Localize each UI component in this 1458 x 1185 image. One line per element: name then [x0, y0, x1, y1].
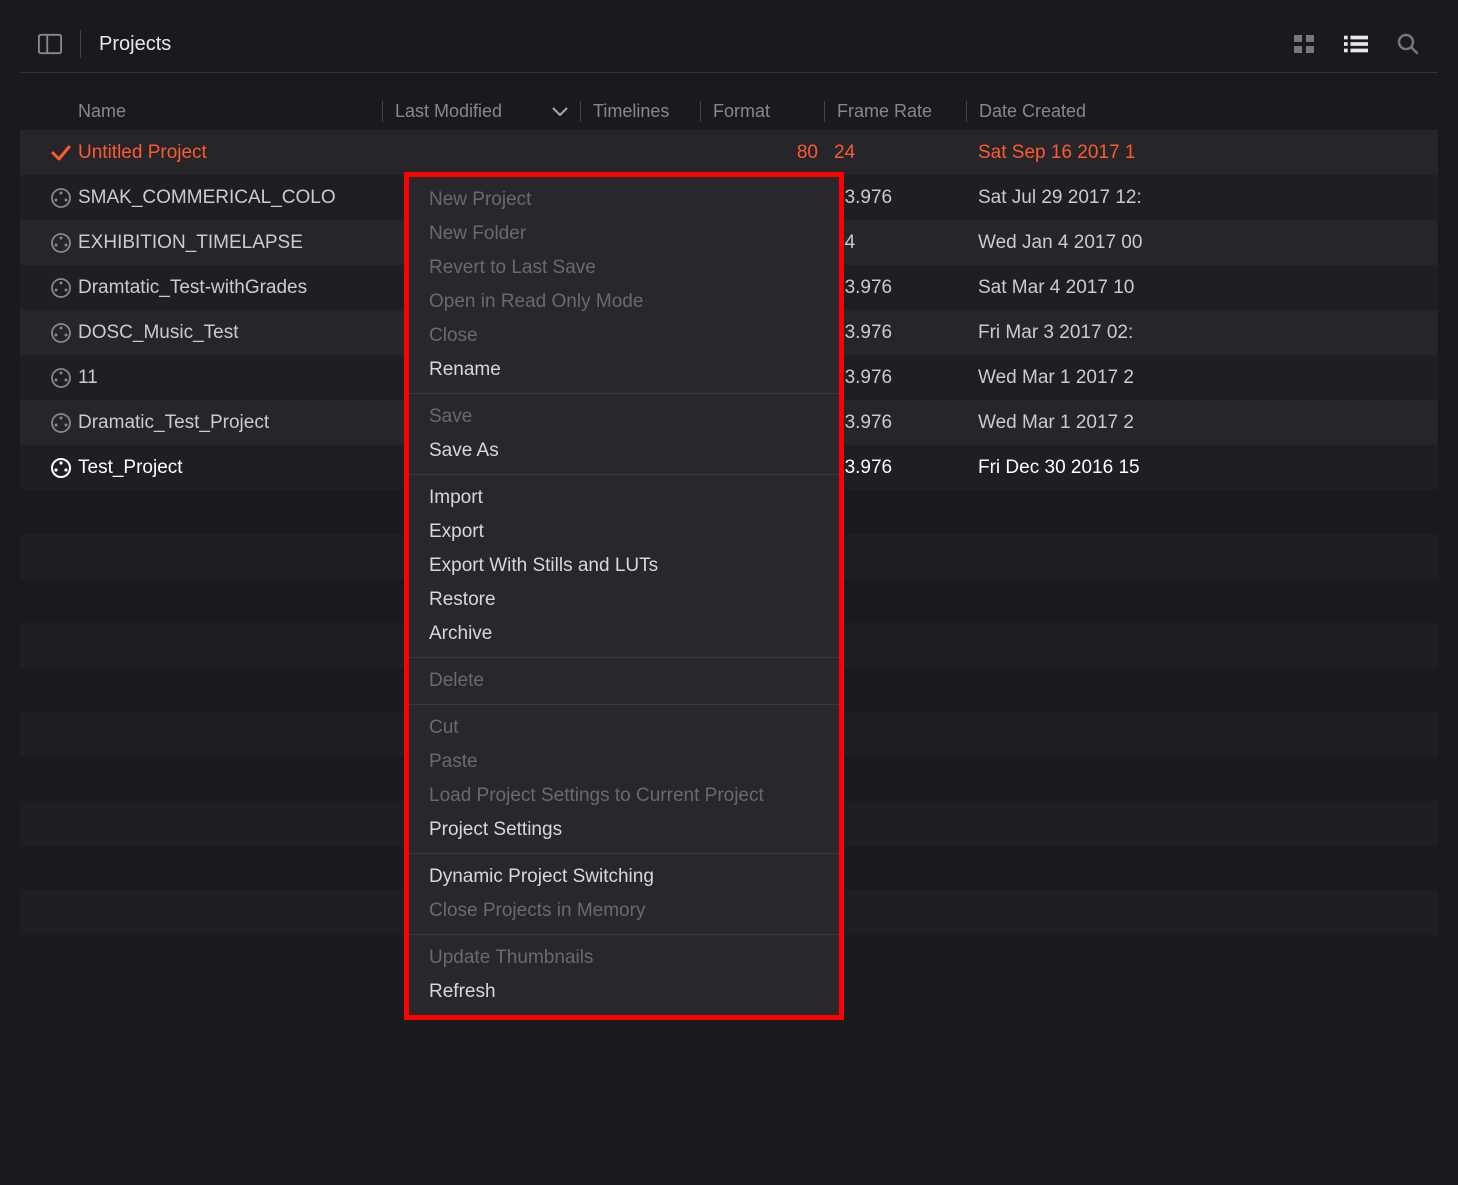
menu-item: Paste [409, 745, 839, 779]
project-name: Dramatic_Test_Project [78, 412, 382, 434]
menu-item: Close Projects in Memory [409, 894, 839, 928]
project-icon [44, 187, 78, 209]
project-name: Untitled Project [78, 142, 382, 164]
project-date-created: Wed Mar 1 2017 2 [966, 412, 1438, 434]
column-last-modified-label: Last Modified [395, 101, 502, 122]
project-name: 11 [78, 367, 382, 389]
header-divider [80, 30, 81, 58]
project-frame-rate: 23.976 [824, 412, 966, 434]
menu-separator [409, 474, 839, 475]
project-name: Dramtatic_Test-withGrades [78, 277, 382, 299]
chevron-down-icon [552, 107, 568, 117]
column-name[interactable]: Name [78, 101, 382, 122]
menu-item[interactable]: Import [409, 481, 839, 515]
project-format: 80 [700, 142, 824, 164]
column-date-created[interactable]: Date Created [966, 101, 1438, 122]
menu-item[interactable]: Dynamic Project Switching [409, 860, 839, 894]
grid-view-icon[interactable] [1292, 32, 1316, 56]
project-date-created: Fri Mar 3 2017 02: [966, 322, 1438, 344]
project-icon [44, 232, 78, 254]
context-menu: New ProjectNew FolderRevert to Last Save… [404, 172, 844, 1020]
project-date-created: Wed Jan 4 2017 00 [966, 232, 1438, 254]
menu-item: New Project [409, 183, 839, 217]
project-row[interactable]: Untitled Project 8024Sat Sep 16 2017 1 [20, 130, 1438, 175]
column-format[interactable]: Format [700, 101, 824, 122]
menu-item: Open in Read Only Mode [409, 285, 839, 319]
project-date-created: Fri Dec 30 2016 15 [966, 457, 1438, 479]
project-icon [44, 277, 78, 299]
menu-separator [409, 393, 839, 394]
menu-item: Save [409, 400, 839, 434]
menu-item: Revert to Last Save [409, 251, 839, 285]
search-icon[interactable] [1396, 32, 1420, 56]
project-frame-rate: 23.976 [824, 277, 966, 299]
menu-item[interactable]: Save As [409, 434, 839, 468]
column-last-modified[interactable]: Last Modified [382, 101, 580, 122]
menu-item: Delete [409, 664, 839, 698]
menu-item: Cut [409, 711, 839, 745]
project-frame-rate: 23.976 [824, 457, 966, 479]
menu-item: Update Thumbnails [409, 941, 839, 975]
menu-item[interactable]: Refresh [409, 975, 839, 1009]
column-frame-rate[interactable]: Frame Rate [824, 101, 966, 122]
project-date-created: Sat Mar 4 2017 10 [966, 277, 1438, 299]
menu-item[interactable]: Project Settings [409, 813, 839, 847]
menu-separator [409, 934, 839, 935]
menu-separator [409, 657, 839, 658]
menu-item[interactable]: Export With Stills and LUTs [409, 549, 839, 583]
project-name: Test_Project [78, 457, 382, 479]
header-icons [1292, 32, 1420, 56]
project-frame-rate: 23.976 [824, 187, 966, 209]
project-frame-rate: 24 [824, 232, 966, 254]
menu-item: Load Project Settings to Current Project [409, 779, 839, 813]
project-date-created: Wed Mar 1 2017 2 [966, 367, 1438, 389]
menu-item[interactable]: Archive [409, 617, 839, 651]
menu-item[interactable]: Restore [409, 583, 839, 617]
project-name: DOSC_Music_Test [78, 322, 382, 344]
column-timelines[interactable]: Timelines [580, 101, 700, 122]
project-icon [44, 322, 78, 344]
project-name: SMAK_COMMERICAL_COLO [78, 187, 382, 209]
menu-item: New Folder [409, 217, 839, 251]
menu-item[interactable]: Export [409, 515, 839, 549]
project-frame-rate: 23.976 [824, 367, 966, 389]
menu-separator [409, 853, 839, 854]
header: Projects [20, 20, 1438, 73]
header-left: Projects [38, 30, 171, 58]
project-icon [44, 457, 78, 479]
project-frame-rate: 23.976 [824, 322, 966, 344]
check-icon [44, 142, 78, 164]
sidebar-toggle-icon[interactable] [38, 32, 62, 56]
menu-item: Close [409, 319, 839, 353]
project-date-created: Sat Jul 29 2017 12: [966, 187, 1438, 209]
project-icon [44, 367, 78, 389]
page-title: Projects [99, 33, 171, 56]
project-icon [44, 412, 78, 434]
menu-item[interactable]: Rename [409, 353, 839, 387]
menu-separator [409, 704, 839, 705]
project-date-created: Sat Sep 16 2017 1 [966, 142, 1438, 164]
columns-header: Name Last Modified Timelines Format Fram… [20, 73, 1438, 130]
project-name: EXHIBITION_TIMELAPSE [78, 232, 382, 254]
list-view-icon[interactable] [1344, 32, 1368, 56]
project-frame-rate: 24 [824, 142, 966, 164]
